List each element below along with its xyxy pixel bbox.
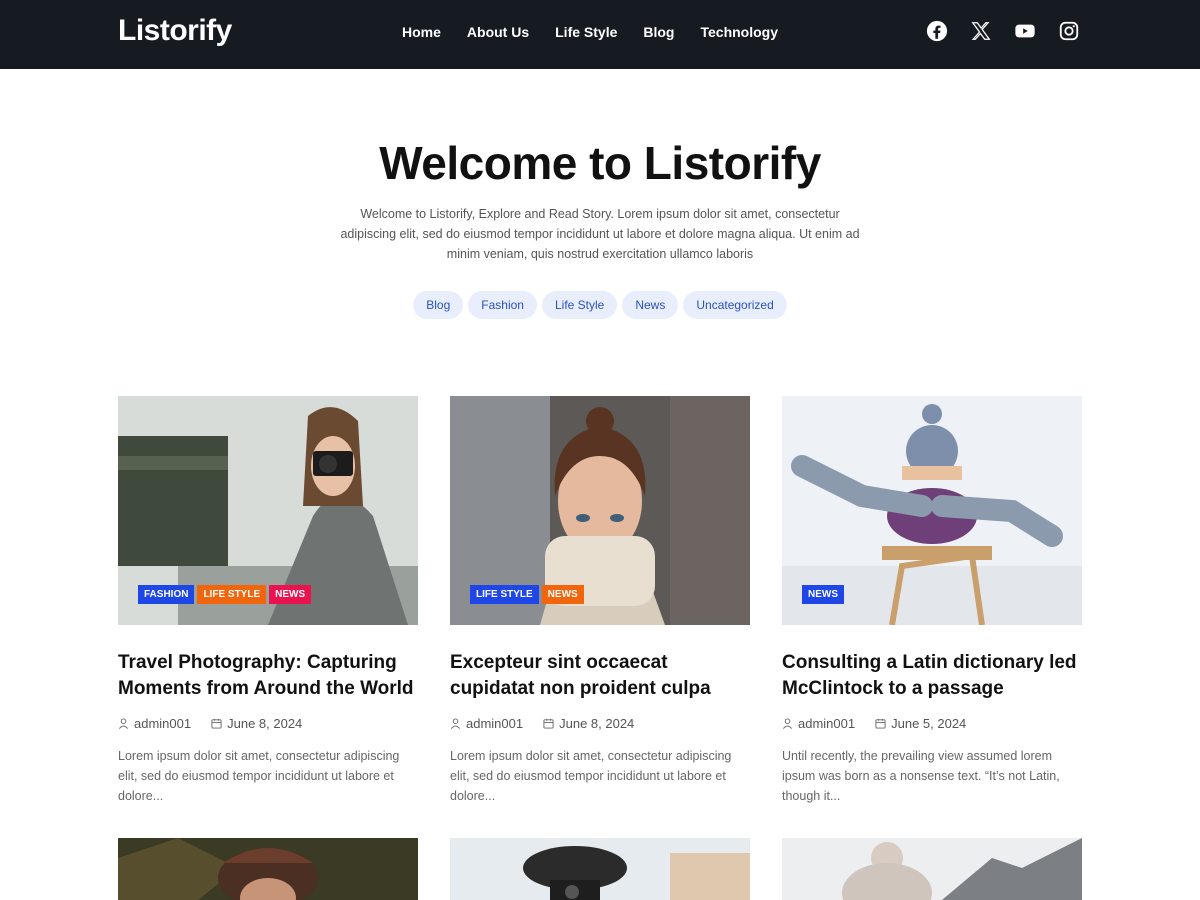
post-card: NEWS Consulting a Latin dictionary led M… bbox=[782, 396, 1082, 806]
category-tags: Blog Fashion Life Style News Uncategoriz… bbox=[0, 291, 1200, 319]
post-date: June 8, 2024 bbox=[559, 716, 635, 731]
nav-technology[interactable]: Technology bbox=[700, 24, 778, 40]
calendar-icon bbox=[211, 718, 222, 729]
post-image[interactable] bbox=[118, 838, 418, 900]
nav-about-us[interactable]: About Us bbox=[467, 24, 529, 40]
badge-news[interactable]: NEWS bbox=[541, 585, 584, 604]
post-badges: LIFE STYLE NEWS bbox=[470, 585, 584, 604]
post-image[interactable]: NEWS bbox=[782, 396, 1082, 625]
tag-life-style[interactable]: Life Style bbox=[541, 291, 618, 319]
user-icon bbox=[118, 718, 129, 729]
post-image[interactable] bbox=[450, 838, 750, 900]
post-image[interactable]: LIFE STYLE NEWS bbox=[450, 396, 750, 625]
instagram-icon[interactable] bbox=[1058, 20, 1080, 42]
post-excerpt: Lorem ipsum dolor sit amet, consectetur … bbox=[450, 749, 732, 803]
nav-home[interactable]: Home bbox=[402, 24, 441, 40]
site-header: Listorify Home About Us Life Style Blog … bbox=[0, 0, 1200, 69]
nav-blog[interactable]: Blog bbox=[643, 24, 674, 40]
post-excerpt: Until recently, the prevailing view assu… bbox=[782, 749, 1060, 803]
nav-life-style[interactable]: Life Style bbox=[555, 24, 617, 40]
tag-uncategorized[interactable]: Uncategorized bbox=[683, 291, 787, 319]
post-title[interactable]: Excepteur sint occaecat cupidatat non pr… bbox=[450, 650, 750, 702]
calendar-icon bbox=[543, 718, 554, 729]
post-excerpt: Lorem ipsum dolor sit amet, consectetur … bbox=[118, 749, 400, 803]
youtube-icon[interactable] bbox=[1014, 20, 1036, 42]
post-meta: admin001 June 8, 2024 bbox=[450, 716, 750, 731]
post-title[interactable]: Consulting a Latin dictionary led McClin… bbox=[782, 650, 1082, 702]
main-nav: Home About Us Life Style Blog Technology bbox=[402, 24, 804, 40]
post-author[interactable]: admin001 bbox=[466, 716, 523, 731]
user-icon bbox=[782, 718, 793, 729]
facebook-icon[interactable] bbox=[926, 20, 948, 42]
post-author[interactable]: admin001 bbox=[798, 716, 855, 731]
post-author[interactable]: admin001 bbox=[134, 716, 191, 731]
post-meta: admin001 June 8, 2024 bbox=[118, 716, 418, 731]
post-date: June 5, 2024 bbox=[891, 716, 967, 731]
tag-blog[interactable]: Blog bbox=[413, 291, 464, 319]
post-image[interactable]: FASHION LIFE STYLE NEWS bbox=[118, 396, 418, 625]
post-card: FASHION LIFE STYLE NEWS Travel Photograp… bbox=[118, 396, 418, 806]
post-title[interactable]: Travel Photography: Capturing Moments fr… bbox=[118, 650, 418, 702]
post-card: LIFE STYLE NEWS Excepteur sint occaecat … bbox=[450, 396, 750, 806]
post-meta: admin001 June 5, 2024 bbox=[782, 716, 1082, 731]
page-title: Welcome to Listorify bbox=[379, 137, 821, 189]
badge-news[interactable]: NEWS bbox=[269, 585, 312, 604]
hero-description: Welcome to Listorify, Explore and Read S… bbox=[340, 207, 860, 261]
post-date: June 8, 2024 bbox=[227, 716, 303, 731]
calendar-icon bbox=[875, 718, 886, 729]
post-badges: NEWS bbox=[802, 585, 844, 604]
social-links bbox=[926, 20, 1080, 42]
badge-life-style[interactable]: LIFE STYLE bbox=[197, 585, 267, 604]
post-image[interactable] bbox=[782, 838, 1082, 900]
user-icon bbox=[450, 718, 461, 729]
tag-fashion[interactable]: Fashion bbox=[468, 291, 537, 319]
x-twitter-icon[interactable] bbox=[970, 20, 992, 42]
badge-life-style[interactable]: LIFE STYLE bbox=[470, 585, 539, 604]
post-badges: FASHION LIFE STYLE NEWS bbox=[138, 585, 312, 604]
site-logo[interactable]: Listorify bbox=[118, 14, 232, 48]
tag-news[interactable]: News bbox=[622, 291, 679, 319]
badge-fashion[interactable]: FASHION bbox=[138, 585, 195, 604]
badge-news[interactable]: NEWS bbox=[802, 585, 844, 604]
